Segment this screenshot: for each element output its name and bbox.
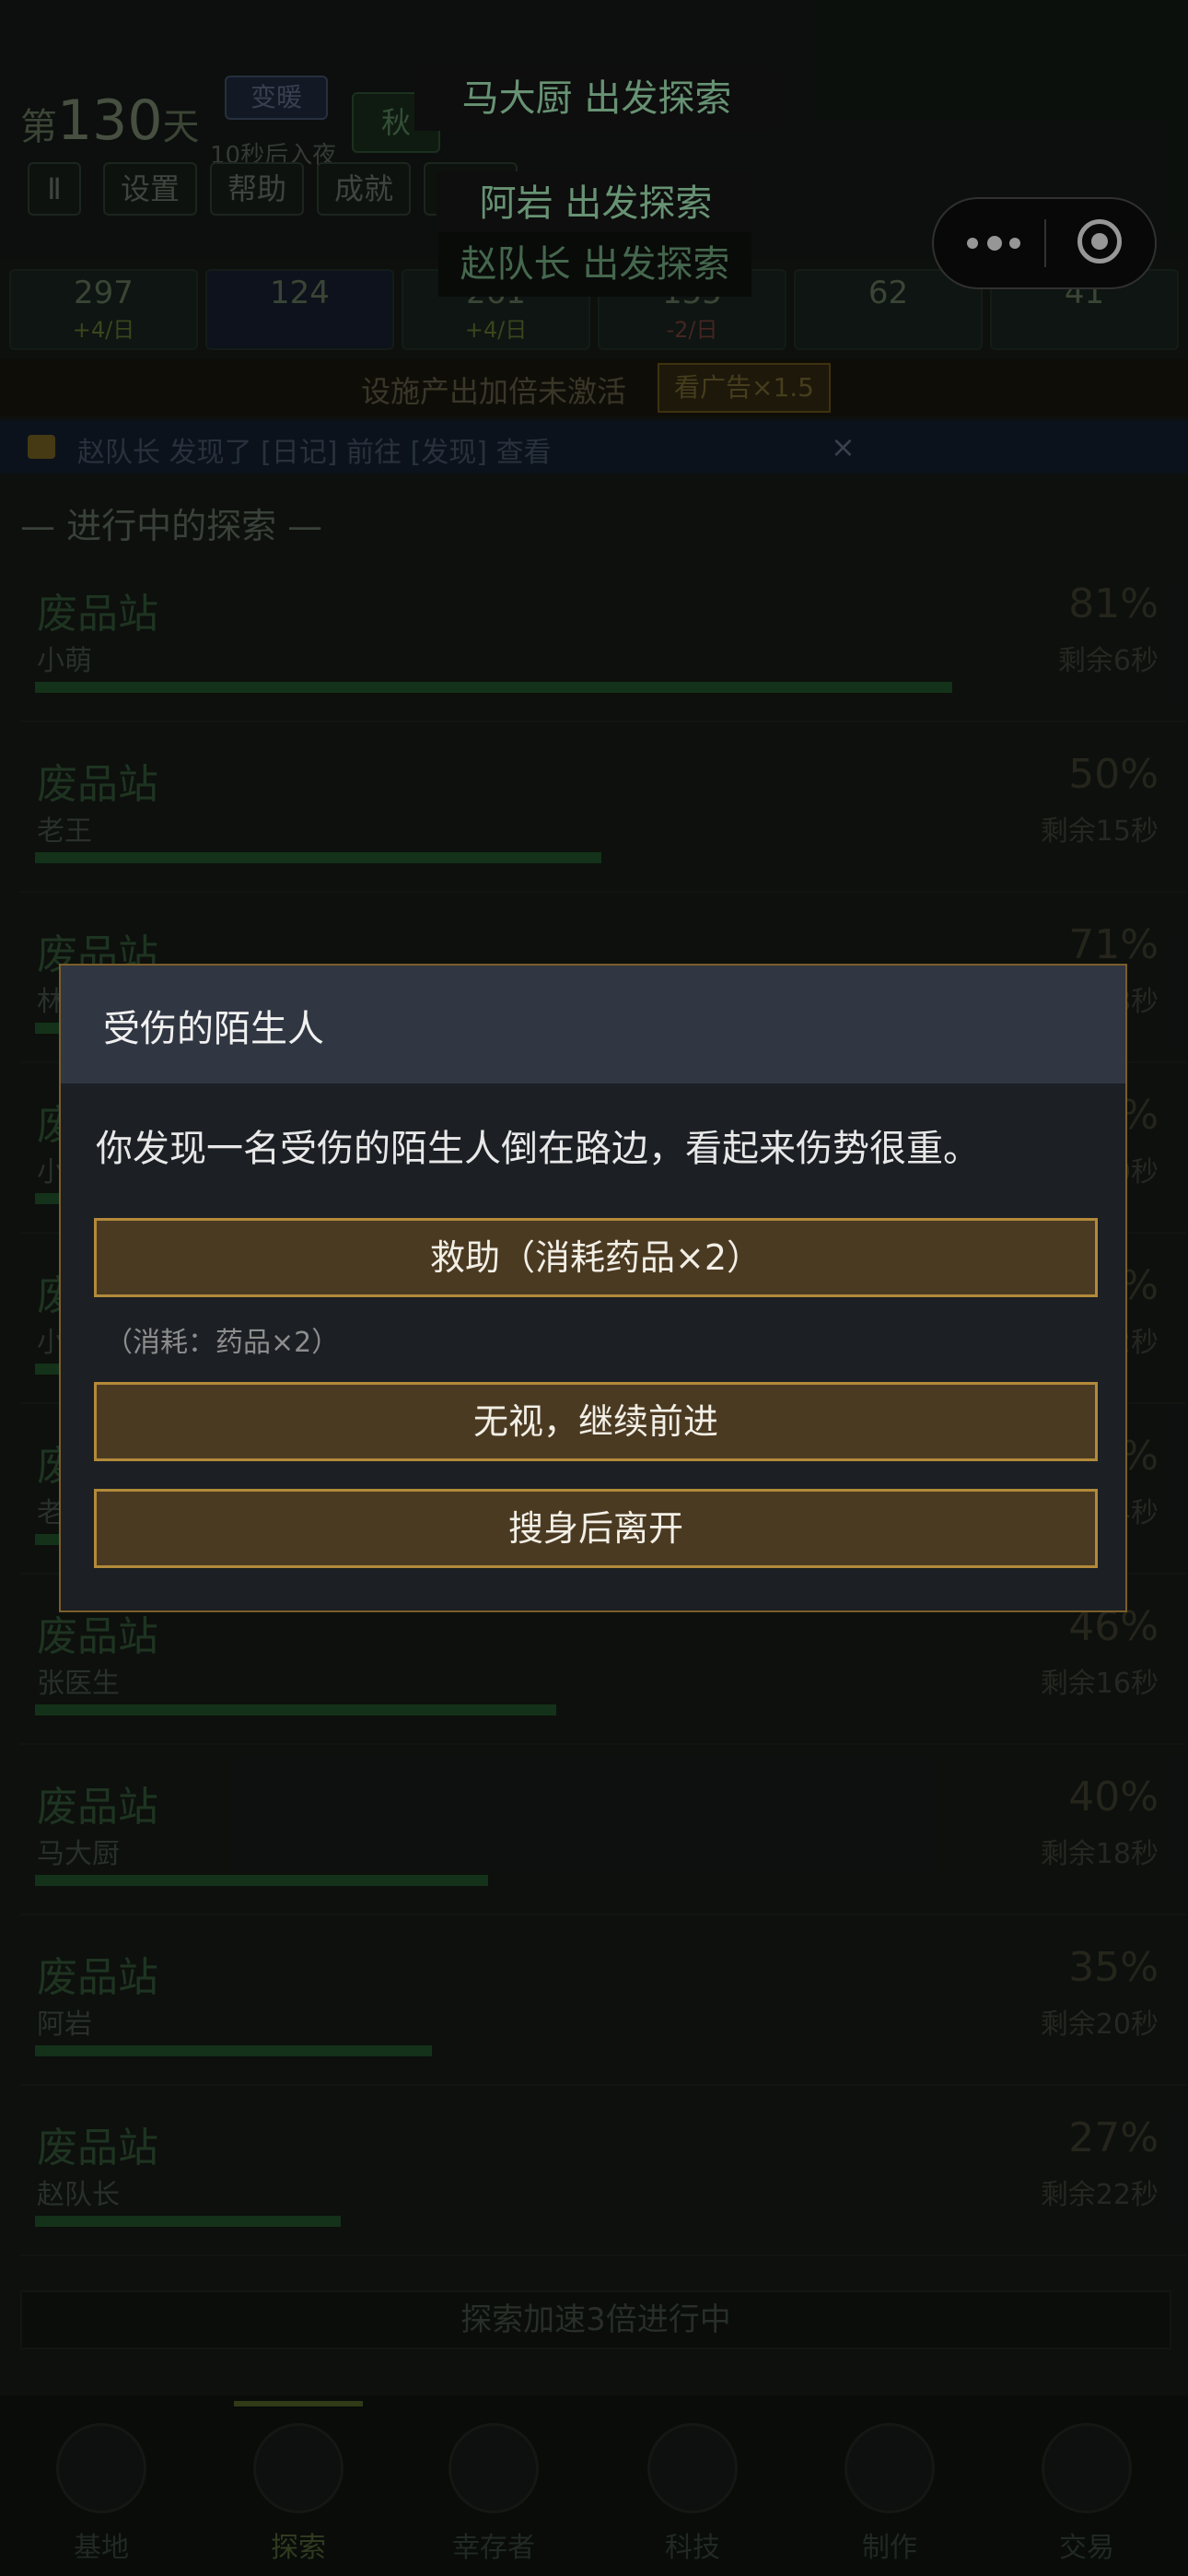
rescue-cost-note: （消耗：药品×2） [105,1327,340,1359]
dialog-header: 受伤的陌生人 [61,966,1125,1083]
rescue-button[interactable]: 救助（消耗药品×2） [94,1218,1098,1297]
search-and-leave-button[interactable]: 搜身后离开 [94,1489,1098,1568]
event-dialog: 受伤的陌生人 你发现一名受伤的陌生人倒在路边，看起来伤势很重。 救助（消耗药品×… [59,964,1127,1612]
ignore-button[interactable]: 无视，继续前进 [94,1382,1098,1461]
dialog-title: 受伤的陌生人 [103,1008,324,1050]
dialog-description: 你发现一名受伤的陌生人倒在路边，看起来伤势很重。 [96,1128,980,1170]
